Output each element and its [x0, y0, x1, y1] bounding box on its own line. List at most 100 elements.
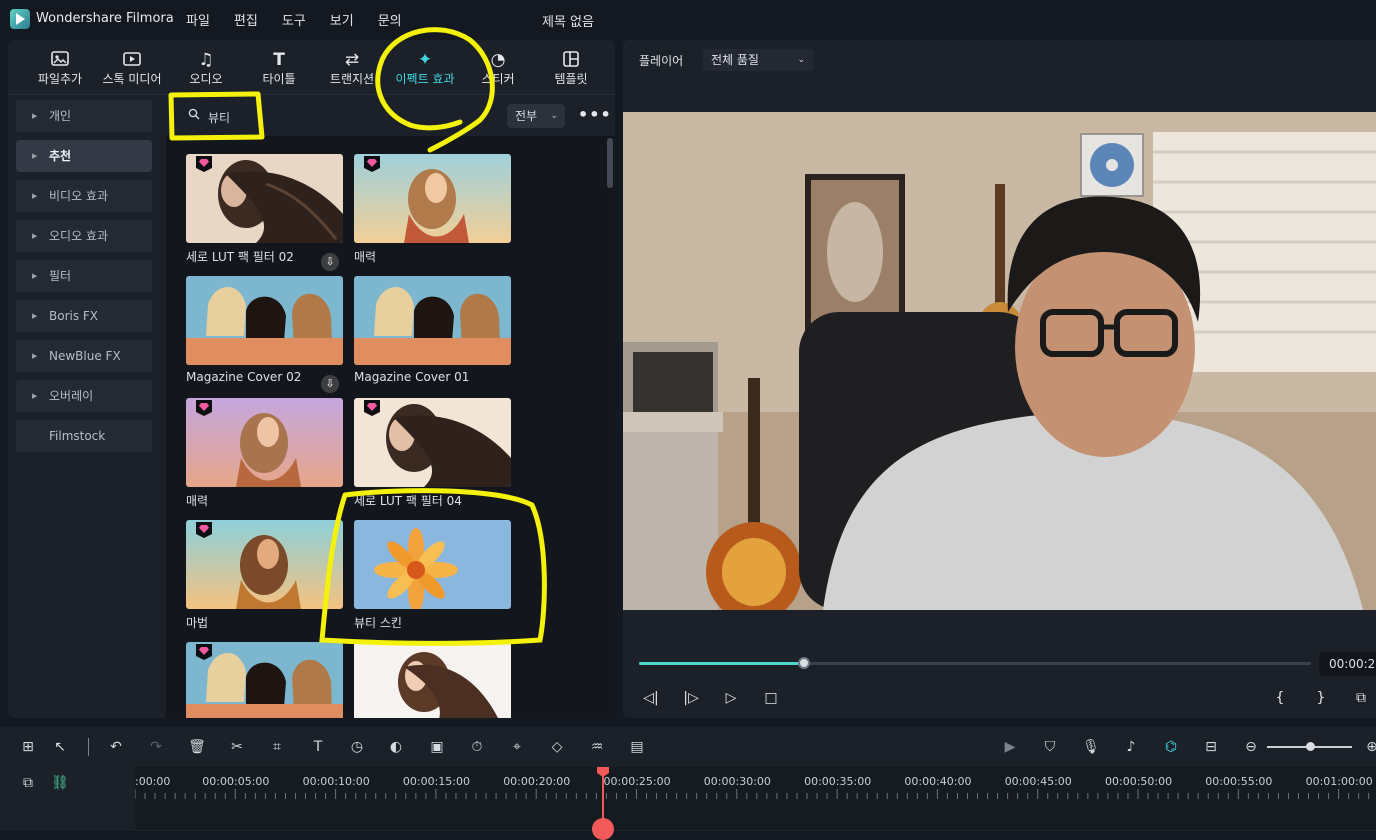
play-button[interactable]: ▷: [721, 688, 741, 708]
ruler-time-label: 00:00:55:00: [1205, 775, 1273, 788]
zoom-out-icon[interactable]: ⊖: [1241, 737, 1261, 757]
category-personal[interactable]: ▶ 개인: [16, 100, 152, 132]
quality-dropdown[interactable]: 전체 품질 ⌄: [703, 49, 813, 71]
category-overlay[interactable]: ▶ 오버레이: [16, 380, 152, 412]
ruler-time-label: 00:00:15:00: [402, 775, 470, 788]
effects-grid-panel: 뷰티 전부 ⌄ ••• 세로 LUT 팩 필터 02 매력 ⇩ Magazine…: [166, 96, 615, 718]
playback-progress-bar[interactable]: [639, 657, 1311, 669]
sticker-icon: ◔: [490, 50, 506, 70]
previous-frame-button[interactable]: ◁|: [641, 688, 661, 708]
search-input[interactable]: 뷰티: [178, 104, 328, 128]
tab-stock-media[interactable]: 스톡 미디어: [90, 50, 174, 87]
stop-button[interactable]: □: [761, 688, 781, 708]
keyframe-icon[interactable]: ◇: [547, 737, 567, 757]
music-note-icon: ♫: [198, 50, 214, 70]
progress-fill: [639, 662, 805, 665]
current-timecode: 00:00:23: [1319, 652, 1376, 676]
tab-templates[interactable]: 템플릿: [529, 50, 613, 87]
ruler-time-label: 00:01:00:00: [1305, 775, 1373, 788]
timeline-ruler: ⧉ ⛓ :00:00 00:00:05:00 00:00:10:00 00:00:15…: [0, 767, 1376, 831]
speed-icon[interactable]: ◷: [347, 737, 367, 757]
ruler-time-label: 00:00:50:00: [1105, 775, 1173, 788]
library-toolbar: 파일추가 스톡 미디어 ♫ 오디오 T 타이틀 ⇄ 트랜지션 ✦ 이펙트 효과 ◔ 스티커…: [8, 40, 615, 95]
delete-icon[interactable]: 🗑: [187, 737, 207, 757]
mark-in-button[interactable]: {: [1270, 688, 1290, 708]
ruler-time-label: 00:00:45:00: [1004, 775, 1072, 788]
split-screen-icon[interactable]: ▤: [627, 737, 647, 757]
add-track-icon[interactable]: ⧉: [18, 773, 38, 793]
player-panel: 플레이어 전체 품질 ⌄ 00:00:2 ◁| |▷ ▷ □ {} ⧉: [623, 40, 1376, 718]
ruler-time-label: 00:00:20:00: [503, 775, 571, 788]
mic-icon[interactable]: 🎙: [1081, 737, 1101, 757]
fit-icon[interactable]: ⊟: [1201, 737, 1221, 757]
tab-transitions[interactable]: ⇄ 트랜지션: [310, 50, 394, 87]
link-icon[interactable]: ⛓: [50, 773, 70, 793]
auto-reframe-icon[interactable]: ▣: [427, 737, 447, 757]
search-value: 뷰티: [208, 111, 231, 125]
next-frame-button[interactable]: |▷: [681, 688, 701, 708]
download-icon[interactable]: ⇩: [321, 375, 339, 393]
audio-mix-icon[interactable]: ♪: [1121, 737, 1141, 757]
player-label: 플레이어: [639, 54, 684, 68]
more-options-button[interactable]: •••: [578, 104, 611, 128]
undo-icon[interactable]: ↶: [106, 737, 126, 757]
ruler-time-label: 00:00:10:00: [302, 775, 370, 788]
playhead-knob[interactable]: [592, 818, 614, 840]
tab-stickers[interactable]: ◔ 스티커: [456, 50, 540, 87]
layout-icon[interactable]: ⊞: [18, 737, 38, 757]
caret-right-icon: ▶: [32, 392, 38, 400]
effects-sparkle-icon: ✦: [417, 50, 433, 70]
stabilize-icon[interactable]: ⌖: [507, 737, 527, 757]
text-icon[interactable]: T: [308, 737, 328, 757]
scrollbar[interactable]: [607, 138, 613, 188]
caret-right-icon: ▶: [32, 312, 38, 320]
filter-dropdown[interactable]: 전부 ⌄: [507, 104, 565, 128]
audio-wave-icon[interactable]: ♒: [587, 737, 607, 757]
category-newblue-fx[interactable]: ▶ NewBlue FX: [16, 340, 152, 372]
ruler-area[interactable]: :00:00 00:00:05:00 00:00:10:00 00:00:15:00 0…: [135, 767, 1376, 831]
toolbar-divider: [88, 738, 89, 756]
track-header: ⧉ ⛓: [0, 767, 135, 831]
chevron-down-icon: ⌄: [550, 111, 558, 121]
mark-out-button[interactable]: }: [1311, 688, 1331, 708]
tab-audio[interactable]: ♫ 오디오: [164, 50, 248, 87]
zoom-in-icon[interactable]: ⊕: [1362, 737, 1376, 757]
marker-icon[interactable]: ⛉: [1040, 737, 1060, 757]
caret-right-icon: ▶: [32, 272, 38, 280]
color-icon[interactable]: ◐: [386, 737, 406, 757]
category-filters[interactable]: ▶ 필터: [16, 260, 152, 292]
effect-thumbnail: [354, 642, 511, 718]
title-T-icon: T: [273, 50, 285, 70]
ruler-time-label: :00:00: [135, 775, 171, 788]
tab-effects[interactable]: ✦ 이펙트 효과: [383, 50, 467, 87]
player-header: 플레이어 전체 품질 ⌄: [623, 40, 1376, 80]
category-video-effects[interactable]: ▶ 비디오 효과: [16, 180, 152, 212]
category-boris-fx[interactable]: ▶ Boris FX: [16, 300, 152, 332]
zoom-handle[interactable]: [1305, 742, 1315, 751]
category-audio-effects[interactable]: ▶ 오디오 효과: [16, 220, 152, 252]
redo-icon[interactable]: ↷: [146, 737, 166, 757]
document-title: 제목 없음: [542, 15, 594, 30]
select-arrow-icon[interactable]: ↖: [50, 737, 70, 757]
timeline-toolbar: ⊞ ↖ ↶ ↷ 🗑 ✂ ⌗ T ◷ ◐ ▣ ⏱ ⌖ ◇ ♒ ▤ ▶ ⛉ 🎙 ♪ …: [0, 727, 1376, 767]
caret-right-icon: ▶: [32, 152, 38, 160]
video-preview[interactable]: [623, 112, 1376, 610]
display-settings-button[interactable]: ⧉: [1351, 688, 1371, 708]
category-recommended[interactable]: ▶ 추천: [16, 140, 152, 172]
category-filmstock[interactable]: Filmstock: [16, 420, 152, 452]
render-icon[interactable]: ▶: [1000, 737, 1020, 757]
crop-icon[interactable]: ⌗: [267, 737, 287, 757]
progress-handle[interactable]: [798, 657, 811, 669]
transition-icon: ⇄: [344, 50, 360, 70]
ruler-time-label: 00:00:40:00: [904, 775, 972, 788]
cut-icon[interactable]: ✂: [227, 737, 247, 757]
snap-icon[interactable]: ⌬: [1161, 737, 1181, 757]
ruler-time-label: 00:00:35:00: [804, 775, 872, 788]
template-icon: [529, 50, 613, 70]
caret-right-icon: ▶: [32, 192, 38, 200]
timer-icon[interactable]: ⏱: [467, 737, 487, 757]
tab-titles[interactable]: T 타이틀: [237, 50, 321, 87]
search-bar: 뷰티 전부 ⌄ •••: [166, 96, 615, 136]
search-icon: [188, 108, 200, 123]
download-icon[interactable]: ⇩: [321, 253, 339, 271]
